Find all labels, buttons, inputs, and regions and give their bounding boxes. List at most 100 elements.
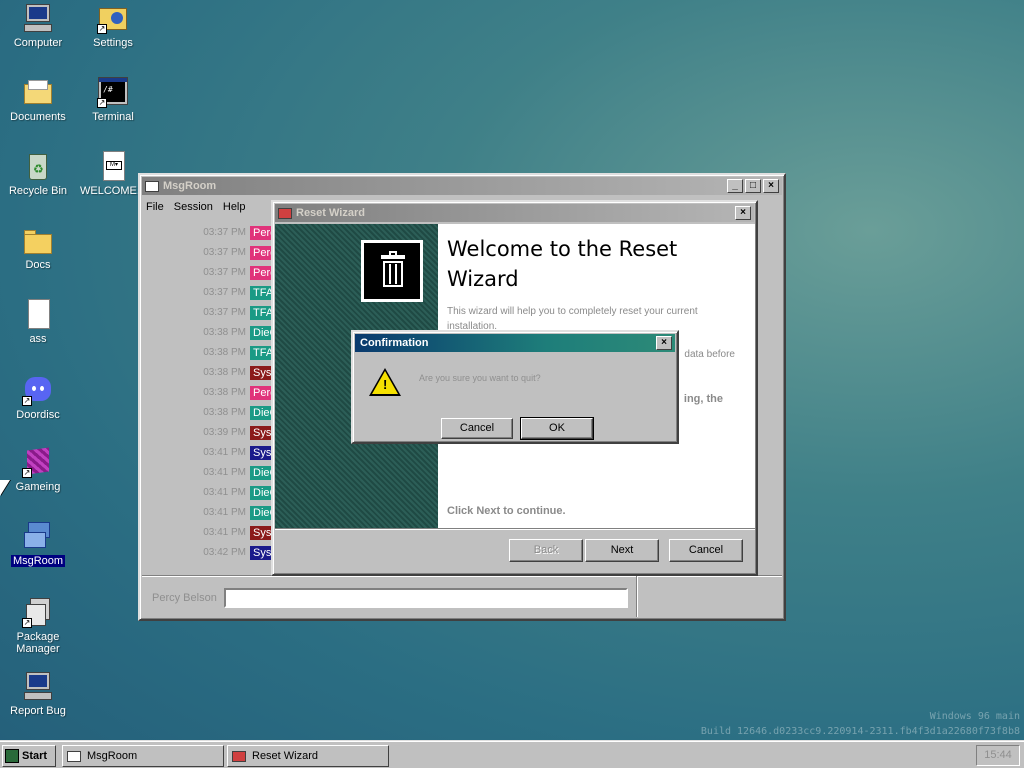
chat-bubble-icon (145, 180, 159, 192)
close-button[interactable]: × (763, 179, 779, 193)
markdown-file-icon: M▾ (97, 150, 129, 182)
confirm-cancel-button[interactable]: Cancel (441, 418, 513, 439)
close-button[interactable]: × (656, 336, 672, 350)
taskbar-item-label: MsgRoom (87, 750, 138, 762)
message-time: 03:38 PM (203, 367, 246, 378)
desktop-icon-package-manager[interactable]: ↗ Package Manager (1, 596, 75, 655)
desktop-icon-ass[interactable]: ass (1, 298, 75, 345)
desktop-icon-docs[interactable]: Docs (1, 224, 75, 271)
confirmation-titlebar[interactable]: Confirmation × (355, 334, 675, 352)
wizard-partial-bold: ing, the (683, 393, 723, 405)
confirmation-title: Confirmation (360, 337, 429, 349)
close-button[interactable]: × (735, 206, 751, 220)
desktop-icon-label: Recycle Bin (8, 185, 68, 197)
build-line-2: Build 12646.d0233cc9.220914-2311.fb4f3d1… (700, 726, 1020, 737)
settings-folder-icon: ↗ (97, 2, 129, 34)
reset-wizard-icon (232, 750, 246, 762)
msgroom-title: MsgRoom (163, 180, 217, 192)
desktop-icon-terminal[interactable]: /# ↗ Terminal (76, 76, 150, 123)
minimize-button[interactable]: _ (727, 179, 743, 193)
chat-bubble-icon (67, 750, 81, 762)
message-time: 03:38 PM (203, 387, 246, 398)
desktop-icon-recycle-bin[interactable]: ♻ Recycle Bin (1, 150, 75, 197)
taskbar-item-reset-wizard[interactable]: Reset Wizard (227, 745, 389, 767)
message-time: 03:41 PM (203, 487, 246, 498)
desktop-icon-label: Package Manager (16, 631, 60, 655)
msgroom-titlebar[interactable]: MsgRoom _ □ × (142, 177, 782, 195)
wizard-cancel-button[interactable]: Cancel (669, 539, 743, 562)
taskbar-item-msgroom[interactable]: MsgRoom (62, 745, 224, 767)
terminal-icon: /# ↗ (97, 76, 129, 108)
desktop-icon-documents[interactable]: Documents (1, 76, 75, 123)
desktop-icon-label: Doordisc (16, 409, 60, 421)
message-time: 03:37 PM (203, 307, 246, 318)
desktop-icon-label: Terminal (92, 111, 134, 123)
back-button[interactable]: Back (509, 539, 583, 562)
msgroom-icon (22, 520, 54, 552)
next-button[interactable]: Next (585, 539, 659, 562)
confirmation-message: Are you sure you want to quit? (419, 373, 541, 383)
trash-icon (361, 240, 423, 302)
system-clock[interactable]: 15:44 (976, 745, 1020, 766)
wizard-divider (275, 528, 755, 530)
folder-icon (22, 224, 54, 256)
desktop-icon-label: Settings (93, 37, 133, 49)
desktop-icon-msgroom[interactable]: MsgRoom (1, 520, 75, 567)
wizard-partial-text: data before (684, 349, 735, 360)
message-time: 03:37 PM (203, 227, 246, 238)
cube-icon: ↗ (22, 446, 54, 478)
wizard-titlebar[interactable]: Reset Wizard × (275, 204, 754, 222)
start-logo-icon (5, 749, 19, 763)
menu-help[interactable]: Help (223, 201, 246, 213)
file-icon (22, 298, 54, 330)
build-line-1: Windows 96 main (929, 711, 1020, 722)
recycle-bin-icon: ♻ (22, 150, 54, 182)
message-time: 03:38 PM (203, 347, 246, 358)
desktop-icon-report-bug[interactable]: Report Bug (1, 670, 75, 717)
folder-icon (22, 76, 54, 108)
desktop-icon-doordisc[interactable]: ↗ Doordisc (1, 374, 75, 421)
desktop-icon-label: Gameing (15, 481, 61, 493)
message-time: 03:37 PM (203, 267, 246, 278)
computer-icon (22, 2, 54, 34)
message-time: 03:38 PM (203, 407, 246, 418)
desktop-icon-label: Documents (10, 111, 66, 123)
warning-icon: ! (369, 368, 401, 396)
nickname-label[interactable]: Percy Belson (152, 592, 217, 604)
mouse-cursor (0, 480, 10, 496)
confirmation-dialog[interactable]: Confirmation × ! Are you sure you want t… (351, 330, 679, 444)
desktop-icon-gameing[interactable]: ↗ Gameing (1, 446, 75, 493)
message-time: 03:42 PM (203, 547, 246, 558)
message-time: 03:37 PM (203, 287, 246, 298)
message-time: 03:38 PM (203, 327, 246, 338)
message-time: 03:41 PM (203, 447, 246, 458)
package-manager-icon: ↗ (22, 596, 54, 628)
wizard-footer: Click Next to continue. (447, 505, 566, 517)
start-label: Start (22, 750, 48, 762)
desktop-icon-label: Docs (25, 259, 51, 271)
desktop-icon-computer[interactable]: Computer (1, 2, 75, 49)
report-bug-icon (22, 670, 54, 702)
taskbar-item-label: Reset Wizard (252, 750, 319, 762)
message-time: 03:41 PM (203, 507, 246, 518)
reset-wizard-icon (278, 207, 292, 219)
maximize-button[interactable]: □ (745, 179, 761, 193)
menu-session[interactable]: Session (174, 201, 213, 213)
desktop-icon-settings[interactable]: ↗ Settings (76, 2, 150, 49)
desktop-icon-label: Report Bug (10, 705, 66, 717)
wizard-heading: Welcome to the Reset Wizard (447, 237, 678, 291)
desktop-icon-label: ass (29, 333, 47, 345)
message-time: 03:41 PM (203, 467, 246, 478)
build-watermark: Windows 96 main Build 12646.d0233cc9.220… (701, 709, 1020, 739)
user-list-divider (636, 575, 638, 617)
message-time: 03:41 PM (203, 527, 246, 538)
menu-file[interactable]: File (146, 201, 164, 213)
start-button[interactable]: Start (2, 745, 56, 767)
desktop-icon-label: MsgRoom (10, 555, 66, 567)
message-time: 03:37 PM (203, 247, 246, 258)
message-input[interactable] (224, 588, 628, 608)
confirm-ok-button[interactable]: OK (520, 417, 594, 440)
discord-icon: ↗ (22, 374, 54, 406)
taskbar: Start MsgRoom Reset Wizard 15:44 (0, 740, 1024, 768)
message-time: 03:39 PM (203, 427, 246, 438)
